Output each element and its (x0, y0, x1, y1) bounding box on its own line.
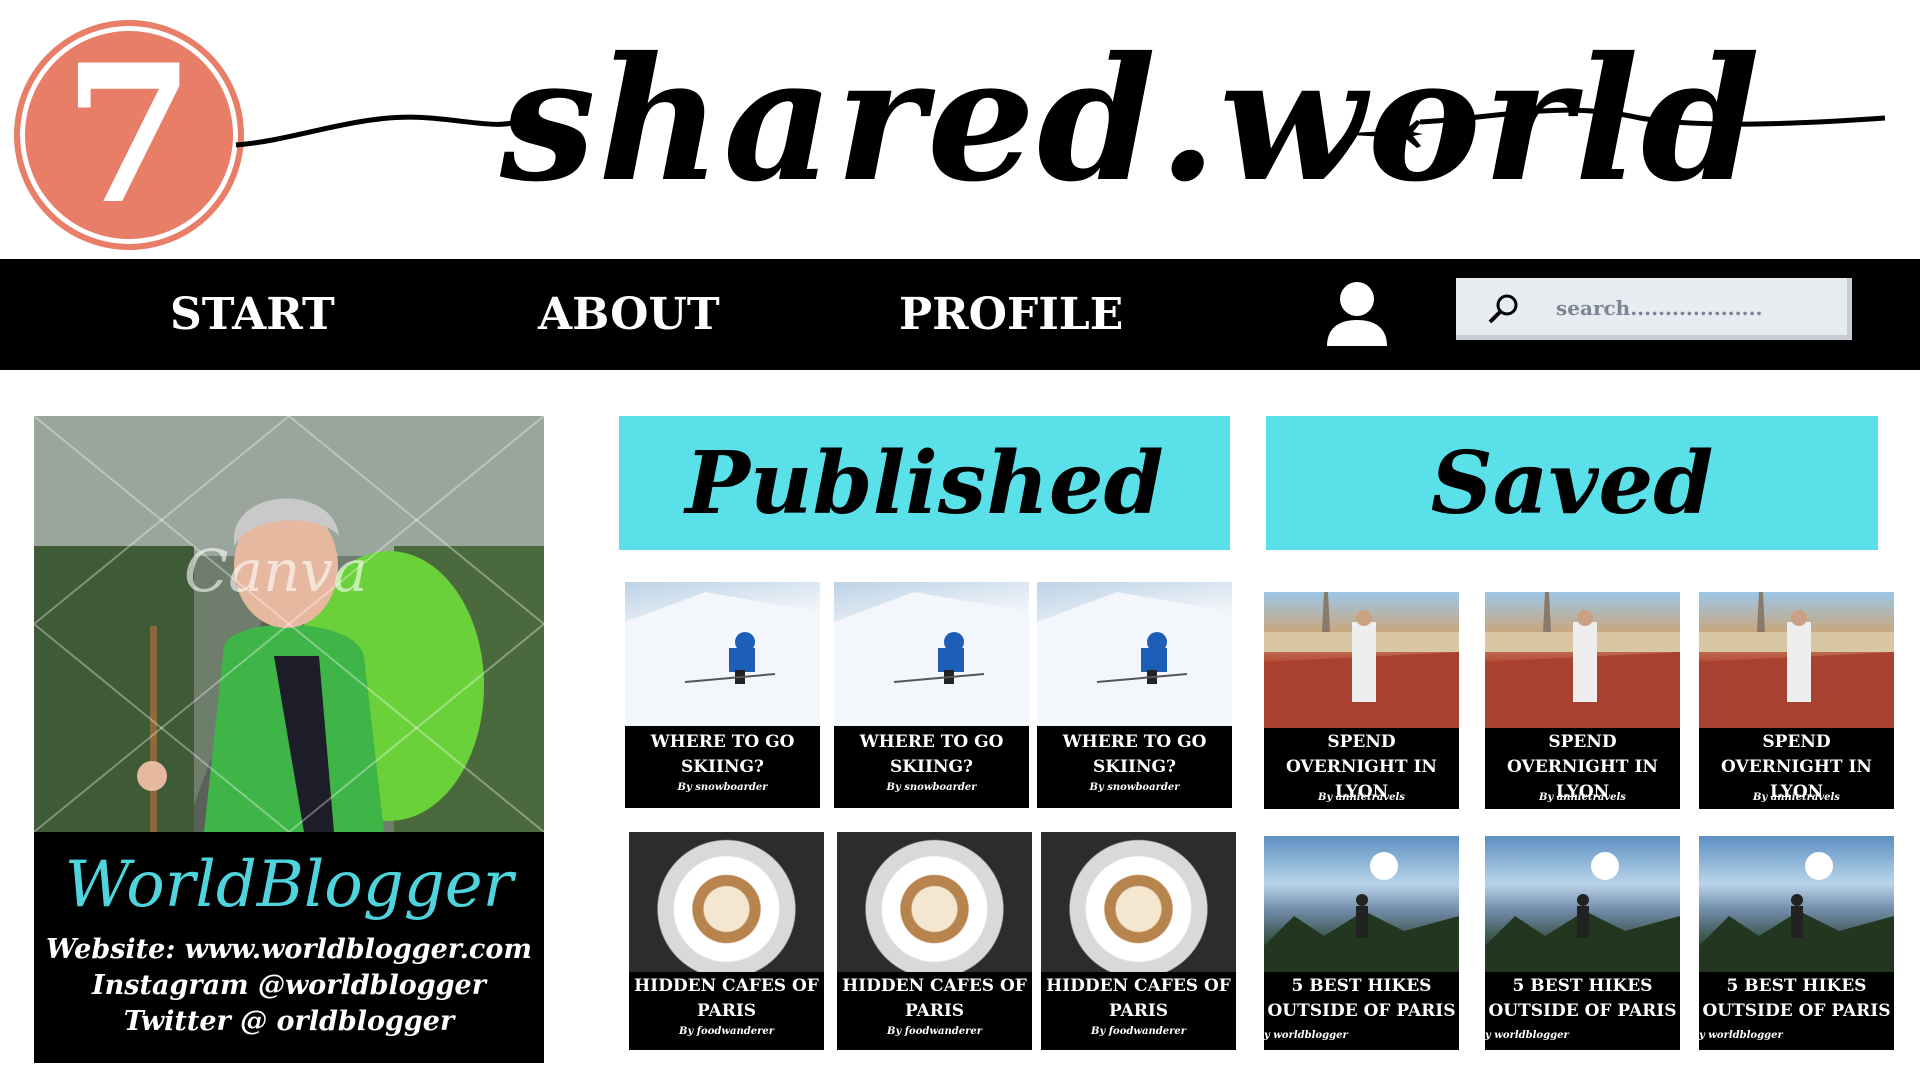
watermark-text: Canva (184, 537, 368, 605)
search-input[interactable] (1556, 290, 1826, 326)
saved-section-header[interactable]: Saved (1266, 416, 1878, 550)
post-title: WHERE TO GO SKIING? (1062, 732, 1207, 777)
airplane-icon (1350, 116, 1423, 150)
post-thumbnail (837, 832, 1032, 972)
post-author: By foodwanderer (1091, 1026, 1186, 1037)
post-author: By foodwanderer (887, 1026, 982, 1037)
post-title: 5 BEST HIKES OUTSIDE OF PARIS (1488, 976, 1677, 1021)
nav-profile-link[interactable]: PROFILE (899, 259, 1123, 370)
published-section-header[interactable]: Published (619, 416, 1230, 550)
post-thumbnail (1264, 592, 1459, 728)
user-account-icon[interactable] (1324, 280, 1390, 348)
post-author: y worldblogger (1264, 1030, 1348, 1041)
post-thumbnail (1264, 836, 1459, 972)
profile-twitter[interactable]: Twitter @ orldblogger (34, 1006, 544, 1037)
profile-website[interactable]: Website: www.worldblogger.com (34, 934, 544, 965)
profile-username: WorldBlogger (64, 848, 514, 922)
post-author: By snowboarder (677, 782, 768, 793)
post-title: HIDDEN CAFES OF PARIS (842, 976, 1027, 1021)
saved-post-card[interactable]: 5 BEST HIKES OUTSIDE OF PARIS y worldblo… (1264, 836, 1459, 1050)
search-icon[interactable] (1486, 292, 1520, 326)
post-title: WHERE TO GO SKIING? (859, 732, 1004, 777)
post-title: HIDDEN CAFES OF PARIS (1046, 976, 1231, 1021)
post-author: By snowboarder (886, 782, 977, 793)
post-title: 5 BEST HIKES OUTSIDE OF PARIS (1267, 976, 1456, 1021)
post-thumbnail (1037, 582, 1232, 726)
profile-photo: Canva (34, 416, 544, 832)
post-thumbnail (1699, 836, 1894, 972)
post-author: By annietravels (1753, 792, 1840, 803)
saved-post-card[interactable]: 5 BEST HIKES OUTSIDE OF PARIS y worldblo… (1485, 836, 1680, 1050)
site-title[interactable]: shared.world (500, 0, 1762, 260)
nav-about-link[interactable]: ABOUT (538, 259, 720, 370)
post-author: By foodwanderer (679, 1026, 774, 1037)
post-author: y worldblogger (1485, 1030, 1569, 1041)
saved-post-card[interactable]: SPEND OVERNIGHT IN LYON By annietravels (1485, 592, 1680, 809)
profile-instagram[interactable]: Instagram @worldblogger (34, 970, 544, 1001)
post-thumbnail (1485, 592, 1680, 728)
profile-card: Canva WorldBlogger Website: www.worldblo… (34, 416, 544, 1063)
profile-photo-image: Canva (34, 416, 544, 832)
published-post-card[interactable]: HIDDEN CAFES OF PARIS By foodwanderer (837, 832, 1032, 1050)
post-author: y worldblogger (1699, 1030, 1783, 1041)
post-thumbnail (1485, 836, 1680, 972)
published-post-card[interactable]: HIDDEN CAFES OF PARIS By foodwanderer (629, 832, 824, 1050)
published-post-card[interactable]: WHERE TO GO SKIING? By snowboarder (834, 582, 1029, 808)
post-title: 5 BEST HIKES OUTSIDE OF PARIS (1702, 976, 1891, 1021)
published-post-card[interactable]: HIDDEN CAFES OF PARIS By foodwanderer (1041, 832, 1236, 1050)
saved-post-card[interactable]: SPEND OVERNIGHT IN LYON By annietravels (1699, 592, 1894, 809)
post-title: HIDDEN CAFES OF PARIS (634, 976, 819, 1021)
post-thumbnail (834, 582, 1029, 726)
post-author: By annietravels (1539, 792, 1626, 803)
saved-post-card[interactable]: SPEND OVERNIGHT IN LYON By annietravels (1264, 592, 1459, 809)
published-post-card[interactable]: WHERE TO GO SKIING? By snowboarder (625, 582, 820, 808)
post-thumbnail (1041, 832, 1236, 972)
post-author: By snowboarder (1089, 782, 1180, 793)
post-title: WHERE TO GO SKIING? (650, 732, 795, 777)
post-thumbnail (629, 832, 824, 972)
post-thumbnail (1699, 592, 1894, 728)
nav-start-link[interactable]: START (170, 259, 335, 370)
post-author: By annietravels (1318, 792, 1405, 803)
post-thumbnail (625, 582, 820, 726)
saved-post-card[interactable]: 5 BEST HIKES OUTSIDE OF PARIS y worldblo… (1699, 836, 1894, 1050)
published-post-card[interactable]: WHERE TO GO SKIING? By snowboarder (1037, 582, 1232, 808)
search-bar (1456, 278, 1852, 340)
